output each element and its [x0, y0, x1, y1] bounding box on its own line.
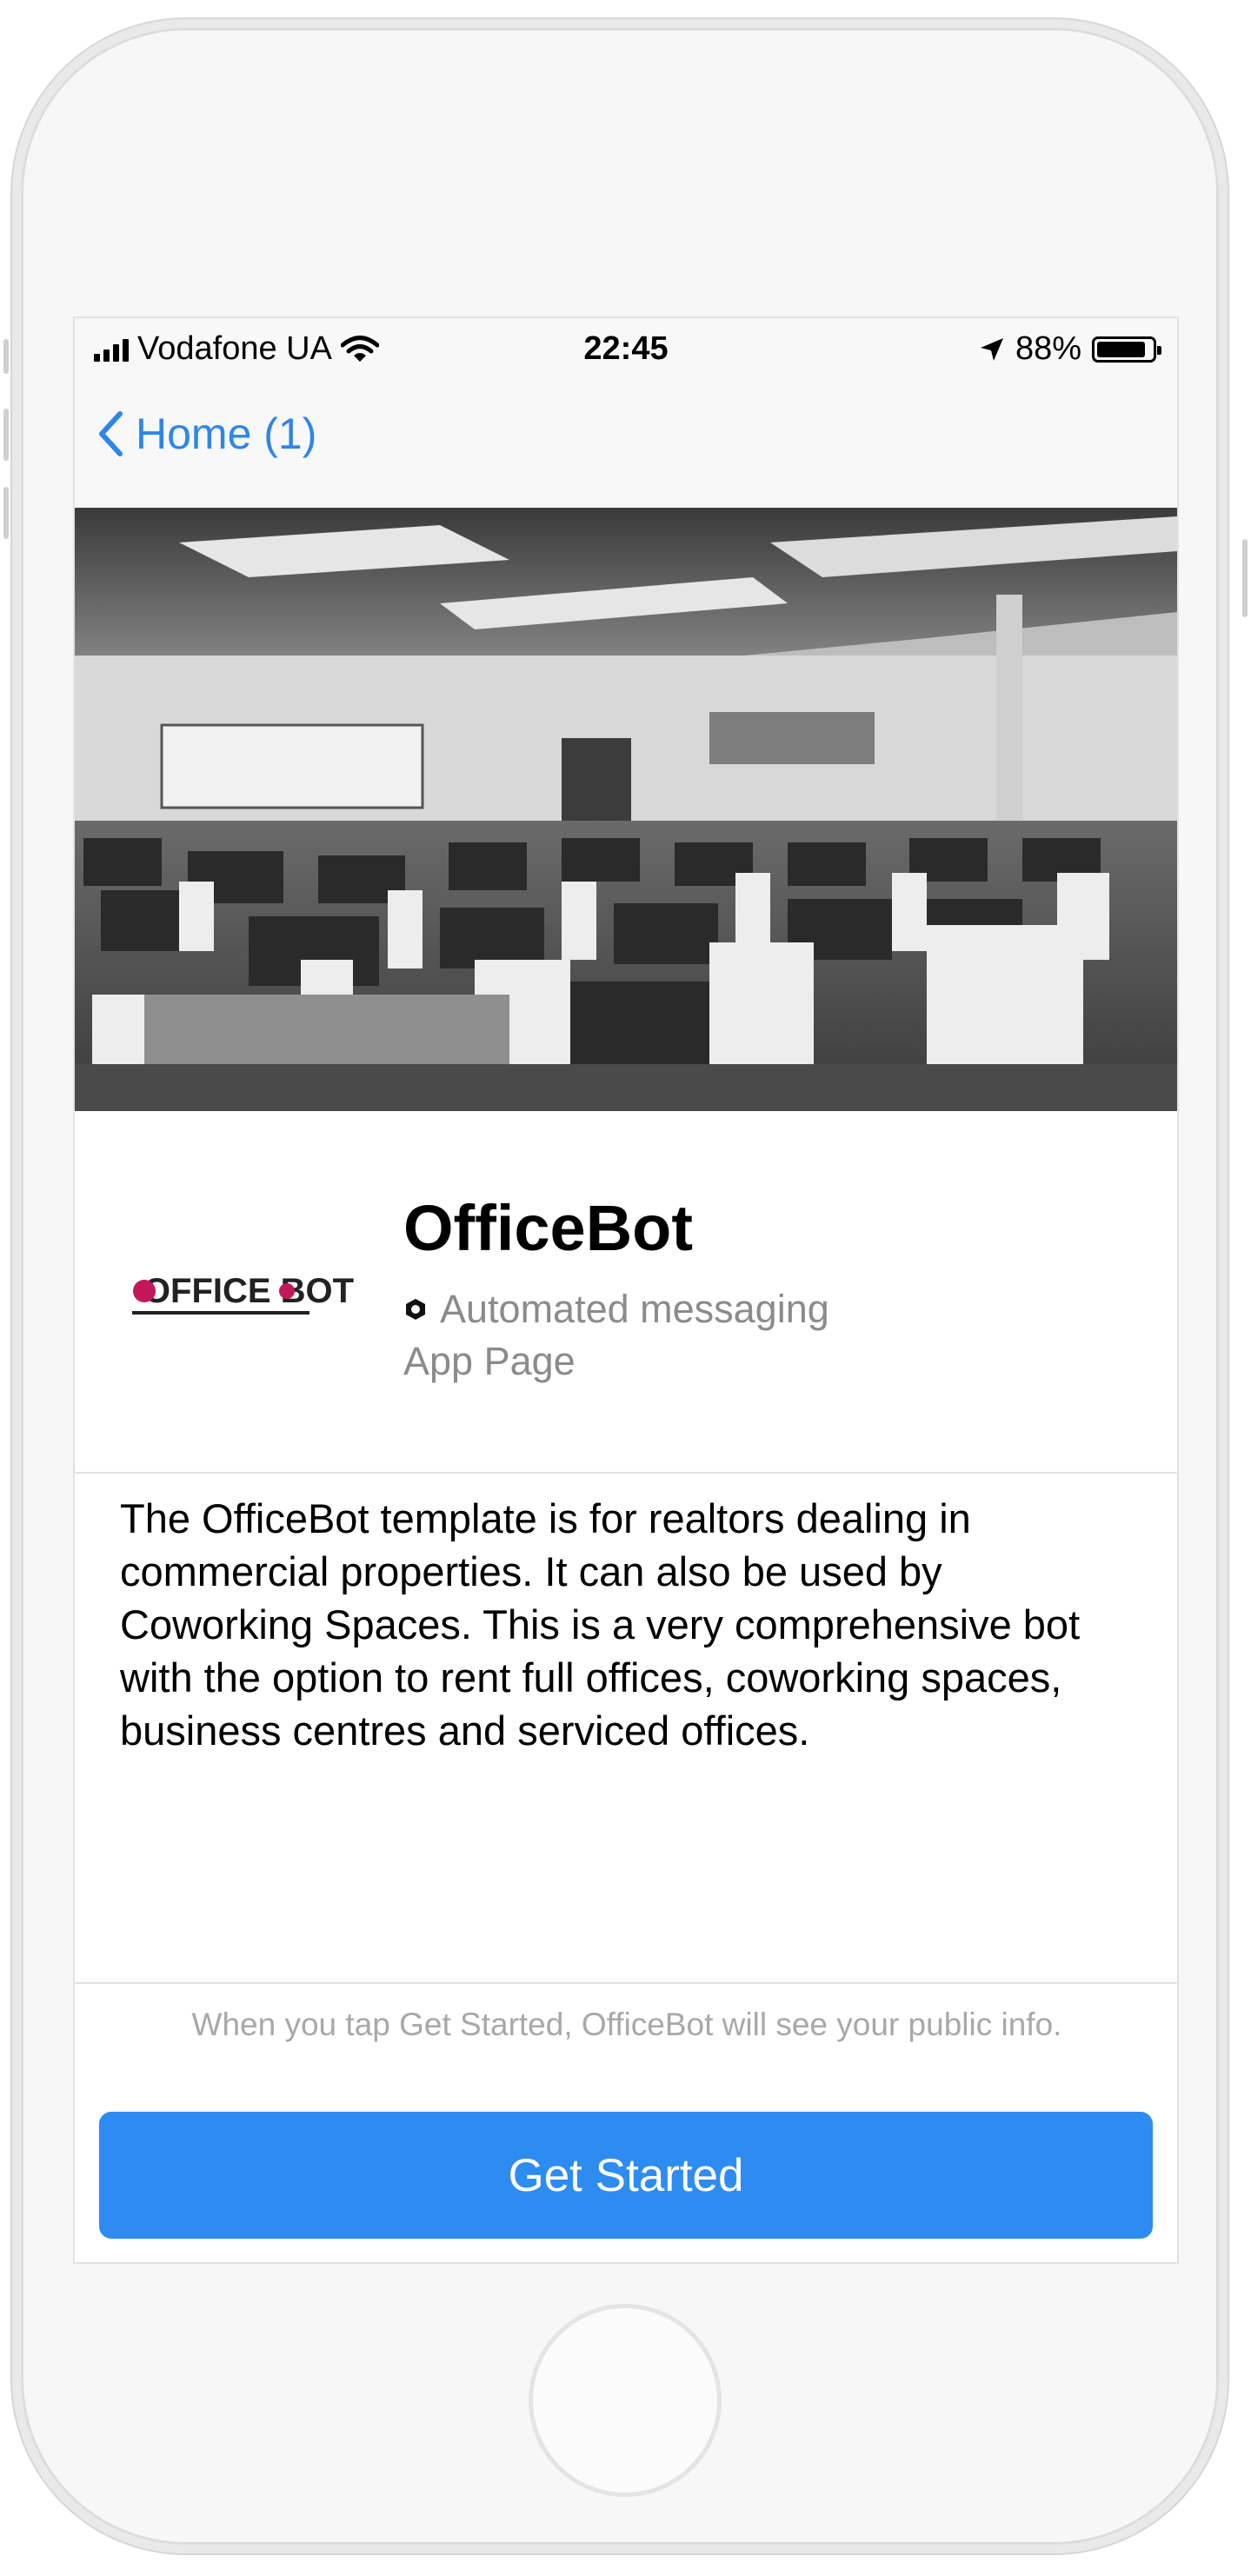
chevron-left-icon	[99, 411, 123, 456]
location-arrow-icon	[980, 337, 1003, 361]
back-button[interactable]: Home (1)	[97, 409, 316, 459]
battery-percent: 88%	[1015, 330, 1081, 367]
battery-icon	[1092, 336, 1161, 363]
officebot-logo: OFFICE BOT	[127, 1250, 370, 1328]
battery-level-fill	[1097, 341, 1145, 357]
cover-image	[75, 508, 1177, 1111]
navigation-bar: Home (1)	[75, 381, 1177, 509]
page-type-label: App Page	[403, 1339, 576, 1383]
footer-divider	[75, 1982, 1177, 1984]
bot-description: The OfficeBot template is for realtors d…	[120, 1495, 1081, 1754]
privacy-disclaimer: When you tap Get Started, OfficeBot will…	[191, 2007, 1062, 2042]
phone-volume-down-button	[3, 487, 9, 539]
status-bar: Vodafone UA 22:45 88%	[75, 318, 1177, 381]
phone-volume-up-button	[3, 409, 9, 461]
logo-text: OFFICE BOT	[143, 1272, 354, 1310]
back-button-label: Home (1)	[136, 409, 317, 458]
bot-name: OfficeBot	[403, 1192, 693, 1264]
profile-header: OFFICE BOT OfficeBot Automated messaging…	[75, 1111, 1177, 1474]
home-button[interactable]	[529, 2304, 722, 2497]
office-room-illustration	[75, 508, 1177, 1111]
phone-side-button	[3, 339, 9, 374]
app-screen: Vodafone UA 22:45 88% Home (1) OFFICE BO…	[73, 316, 1179, 2264]
app-badge-icon	[406, 1299, 425, 1320]
phone-power-button	[1242, 539, 1248, 617]
bot-category: Automated messaging	[403, 1287, 829, 1332]
get-started-button[interactable]: Get Started	[99, 2112, 1153, 2239]
status-right: 88%	[979, 330, 1161, 368]
bot-tagline: Automated messaging	[440, 1287, 829, 1331]
